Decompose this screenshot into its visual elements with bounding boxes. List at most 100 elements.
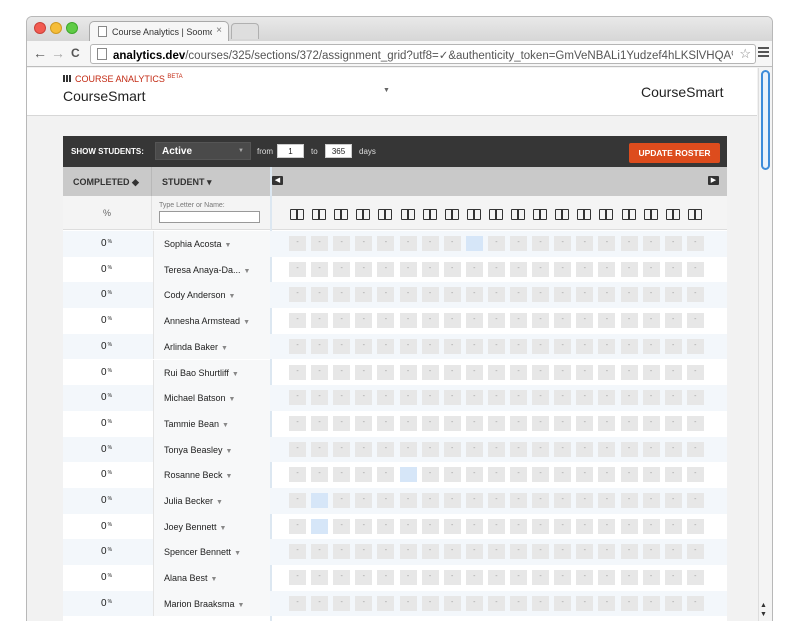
assignment-cell[interactable]: - (465, 441, 483, 457)
assignment-cell[interactable]: - (576, 236, 594, 251)
assignment-cell[interactable]: - (465, 467, 483, 483)
assignment-cell[interactable]: - (664, 493, 682, 508)
assignment-cell[interactable]: - (465, 570, 483, 586)
assignment-cell[interactable]: - (487, 261, 505, 277)
assignment-cell[interactable]: - (532, 313, 550, 329)
assignment-cell[interactable]: - (421, 595, 439, 611)
assignment-cell[interactable]: - (487, 338, 505, 354)
assignment-cell[interactable]: - (664, 338, 682, 354)
assignment-cell[interactable]: - (487, 364, 505, 380)
assignment-cell[interactable]: - (664, 261, 682, 277)
assignment-book-icon[interactable] (289, 209, 305, 220)
assignment-cell[interactable]: - (510, 544, 527, 560)
assignment-cell[interactable]: - (377, 493, 395, 508)
student-name-cell[interactable]: Julia Becker ▼ (153, 488, 270, 514)
minimize-window-button[interactable] (50, 22, 62, 34)
assignment-cell[interactable]: - (620, 467, 638, 483)
assignment-book-icon[interactable] (377, 209, 393, 220)
assignment-cell[interactable]: - (664, 313, 682, 329)
assignment-book-icon[interactable] (400, 209, 416, 220)
assignment-cell[interactable]: - (487, 390, 505, 406)
student-name-cell[interactable]: Tonya Beasley ▼ (153, 436, 270, 463)
chevron-down-icon[interactable]: ▼ (232, 371, 239, 378)
assignment-cell[interactable]: - (576, 415, 594, 431)
assignment-cell[interactable]: - (532, 518, 550, 534)
assignment-cell[interactable]: - (576, 441, 594, 457)
assignment-cell[interactable]: - (598, 287, 616, 303)
assignment-cell[interactable]: - (421, 441, 439, 457)
assignment-cell[interactable]: - (510, 338, 527, 354)
assignment-cell[interactable]: - (620, 338, 638, 354)
assignment-cell[interactable]: - (598, 338, 616, 354)
assignment-book-icon[interactable] (687, 209, 703, 220)
student-name-cell[interactable]: Michael Batson ▼ (153, 385, 270, 411)
assignment-cell[interactable]: - (377, 595, 395, 611)
assignment-cell[interactable]: - (311, 544, 329, 560)
chevron-down-icon[interactable]: ▼ (220, 525, 227, 532)
assignment-cell[interactable]: - (333, 493, 351, 508)
assignment-cell[interactable]: - (620, 236, 638, 251)
assignment-cell[interactable]: - (510, 313, 527, 329)
assignment-cell[interactable]: - (443, 287, 461, 303)
assignment-cell[interactable]: - (399, 338, 417, 354)
assignment-cell[interactable]: - (620, 544, 638, 560)
assignment-cell[interactable]: - (465, 415, 483, 431)
assignment-cell[interactable]: - (620, 261, 638, 277)
assignment-book-icon[interactable] (422, 209, 438, 220)
assignment-cell[interactable]: - (399, 287, 417, 303)
assignment-cell[interactable]: - (311, 570, 329, 586)
assignment-cell[interactable]: - (510, 518, 527, 534)
assignment-cell[interactable]: - (465, 313, 483, 329)
tab-close-icon[interactable]: × (216, 25, 222, 36)
assignment-cell[interactable]: - (598, 390, 616, 406)
assignment-cell[interactable]: - (576, 595, 594, 611)
assignment-cell[interactable]: - (377, 390, 395, 406)
assignment-cell[interactable]: - (642, 467, 660, 483)
assignment-book-icon[interactable] (488, 209, 504, 220)
assignment-cell[interactable]: - (333, 415, 351, 431)
assignment-cell[interactable]: - (686, 364, 704, 380)
assignment-cell[interactable]: - (510, 236, 527, 251)
assignment-cell[interactable]: - (532, 236, 550, 251)
assignment-cell[interactable]: - (576, 518, 594, 534)
assignment-cell[interactable]: - (487, 518, 505, 534)
assignment-cell[interactable]: - (554, 338, 572, 354)
assignment-cell[interactable]: - (686, 236, 704, 251)
assignment-cell[interactable]: - (487, 493, 505, 508)
assignment-cell[interactable]: - (443, 570, 461, 586)
student-name-cell[interactable]: Marion Braaksma ▼ (153, 590, 270, 617)
forward-arrow-icon[interactable]: → (51, 46, 65, 60)
assignment-cell[interactable]: - (377, 544, 395, 560)
assignment-cell[interactable]: - (443, 261, 461, 277)
chevron-down-icon[interactable]: ▼ (229, 396, 236, 403)
assignment-cell[interactable]: - (686, 544, 704, 560)
assignment-cell[interactable]: - (289, 467, 306, 483)
assignment-cell[interactable]: - (465, 390, 483, 406)
assignment-cell[interactable]: - (443, 338, 461, 354)
assignment-book-icon[interactable] (554, 209, 570, 220)
assignment-cell[interactable]: - (532, 544, 550, 560)
scroll-right-icon[interactable]: ▶ (708, 176, 719, 185)
assignment-cell[interactable]: - (664, 441, 682, 457)
assignment-cell[interactable]: - (510, 570, 527, 586)
assignment-cell[interactable]: - (686, 261, 704, 277)
assignment-cell[interactable]: - (355, 390, 373, 406)
assignment-cell[interactable]: - (311, 518, 329, 534)
assignment-cell[interactable]: - (399, 313, 417, 329)
assignment-cell[interactable]: - (289, 415, 306, 431)
assignment-cell[interactable]: - (487, 467, 505, 483)
assignment-cell[interactable]: - (554, 595, 572, 611)
assignment-book-icon[interactable] (311, 209, 327, 220)
assignment-cell[interactable]: - (333, 236, 351, 251)
assignment-cell[interactable]: - (576, 313, 594, 329)
assignment-cell[interactable]: - (510, 287, 527, 303)
assignment-cell[interactable]: - (377, 518, 395, 534)
assignment-cell[interactable]: - (642, 338, 660, 354)
assignment-cell[interactable]: - (664, 287, 682, 303)
assignment-cell[interactable]: - (421, 415, 439, 431)
assignment-cell[interactable]: - (487, 570, 505, 586)
student-name-cell[interactable]: Rosanne Beck ▼ (153, 462, 270, 488)
assignment-cell[interactable]: - (311, 236, 329, 251)
vertical-scrollbar[interactable]: ▲ ▼ (758, 68, 772, 621)
assignment-cell[interactable]: - (289, 338, 306, 354)
